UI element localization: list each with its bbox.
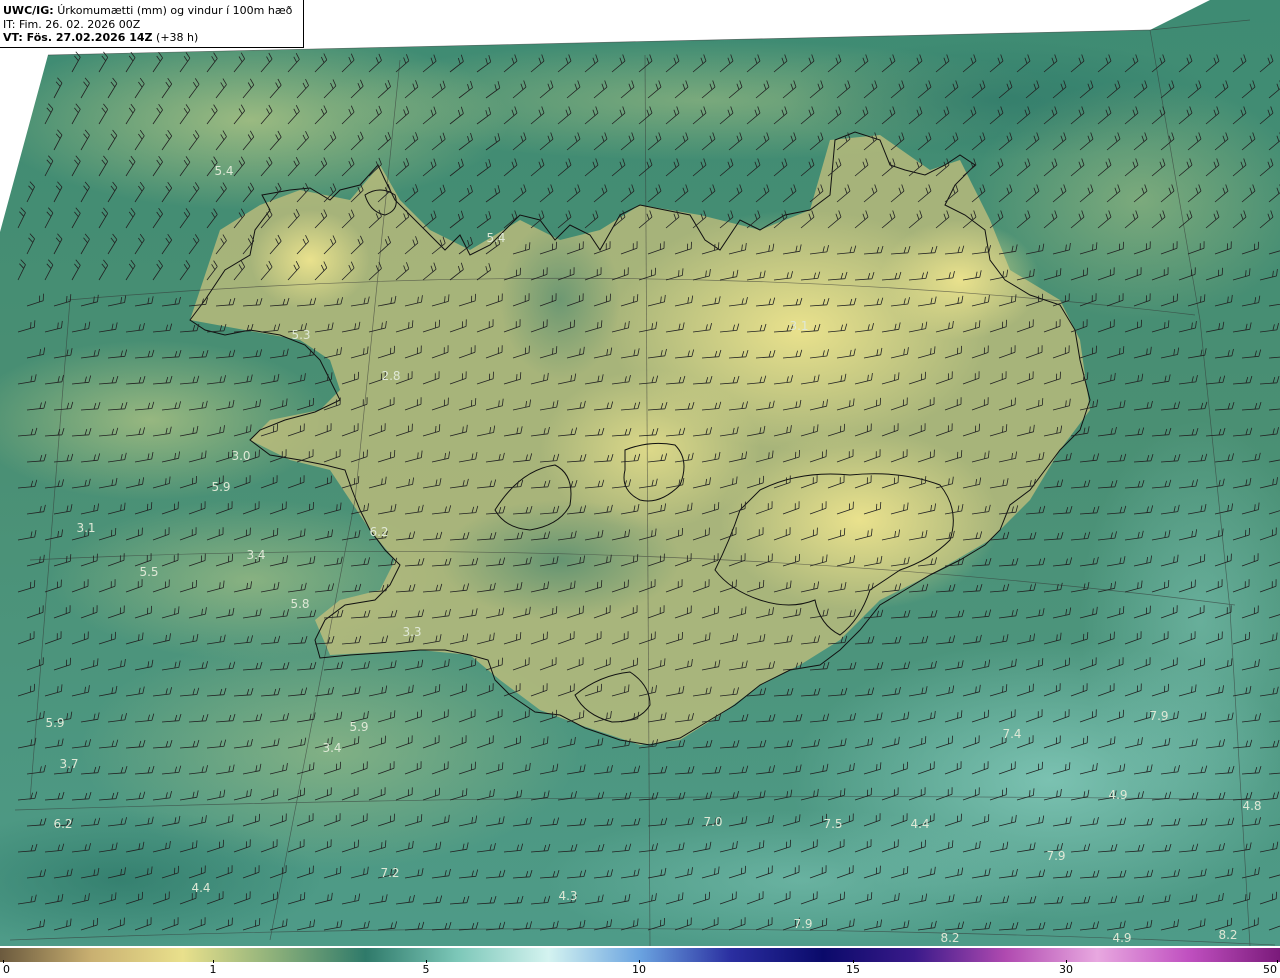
value-label: 5.4: [214, 164, 233, 178]
field-layer: [0, 0, 1280, 946]
colorbar: [0, 948, 1280, 962]
colorbar-tick-label: 10: [632, 963, 646, 976]
model-label: UWC/IG:: [3, 4, 54, 17]
value-label: 4.3: [558, 889, 577, 903]
value-label: 4.8: [1242, 799, 1261, 813]
value-label: 5.8: [290, 597, 309, 611]
value-label: 6.2: [53, 817, 72, 831]
map-info-box: UWC/IG: Úrkomumætti (mm) og vindur í 100…: [0, 0, 304, 48]
value-label: 5.9: [349, 720, 368, 734]
value-label: 7.5: [823, 817, 842, 831]
value-label: 7.2: [380, 866, 399, 880]
value-label: 3.3: [402, 625, 421, 639]
weather-map: 5.4 5.4 5.3 2.8 3.1 3.0 5.9 3.1 6.2 3.4 5.5 5.8 3.3 5…: [0, 0, 1280, 978]
value-label: 7.0: [703, 815, 722, 829]
value-label: 3.0: [231, 449, 250, 463]
value-label: 3.4: [322, 741, 341, 755]
valid-time: VT: Fös. 27.02.2026 14Z: [3, 31, 153, 44]
colorbar-tick-label: 5: [422, 963, 430, 976]
value-label: 5.9: [211, 480, 230, 494]
colorbar-tick-label: 50: [1263, 963, 1277, 976]
map-canvas: 5.4 5.4 5.3 2.8 3.1 3.0 5.9 3.1 6.2 3.4 5.5 5.8 3.3 5…: [0, 0, 1280, 946]
value-label: 4.4: [191, 881, 210, 895]
value-label: 5.5: [139, 565, 158, 579]
value-label: 8.2: [940, 931, 959, 945]
value-label: 7.9: [1046, 849, 1065, 863]
colorbar-tick-mark: [1277, 960, 1278, 963]
value-label: 5.3: [291, 328, 310, 342]
value-label: 7.4: [1002, 727, 1021, 741]
value-label: 3.1: [76, 521, 95, 535]
value-label: 3.4: [246, 548, 265, 562]
value-label: 6.2: [369, 525, 388, 539]
value-label: 2.8: [381, 369, 400, 383]
value-label: 3.1: [789, 319, 808, 333]
value-label: 4.9: [1112, 931, 1131, 945]
product-title: Úrkomumætti (mm) og vindur í 100m hæð: [57, 4, 293, 17]
value-label: 8.2: [1218, 928, 1237, 942]
value-label: 3.7: [59, 757, 78, 771]
colorbar-tick-label: 1: [209, 963, 217, 976]
value-label: 5.9: [45, 716, 64, 730]
colorbar-tick-label: 30: [1059, 963, 1073, 976]
colorbar-tick-label: 15: [846, 963, 860, 976]
value-label: 5.4: [486, 231, 505, 245]
lead-time: (+38 h): [156, 31, 199, 44]
colorbar-tick-label: 0: [3, 963, 10, 976]
value-label: 7.9: [793, 917, 812, 931]
value-label: 4.9: [1108, 788, 1127, 802]
value-label: 4.4: [910, 817, 929, 831]
value-label: 7.9: [1149, 709, 1168, 723]
initial-time: IT: Fim. 26. 02. 2026 00Z: [3, 17, 141, 31]
colorbar-legend: 0 1 5 10 15 30 50: [0, 946, 1280, 978]
